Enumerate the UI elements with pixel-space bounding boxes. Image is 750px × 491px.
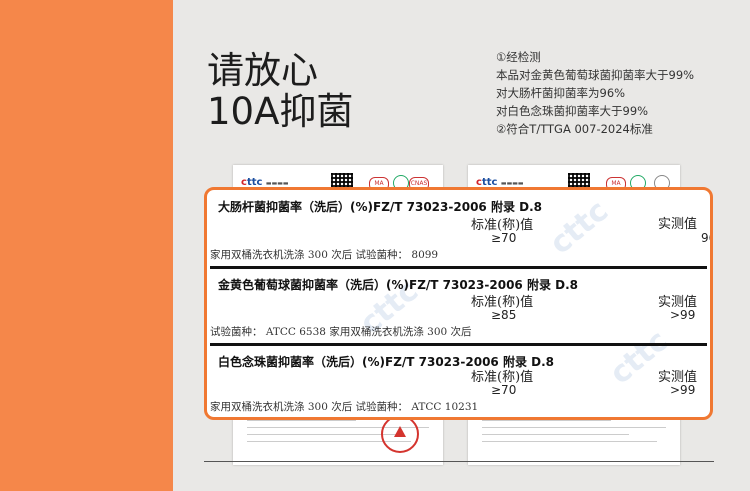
result-section-staph: 金黄色葡萄球菌抑菌率（洗后）(%)FZ/T 73023-2006 附录 D.8 … [207,269,710,344]
standard-value: ≥85 [491,308,517,322]
measured-value: >99 [670,308,696,322]
standard-value: ≥70 [491,231,517,245]
headline-line-2: 10A抑菌 [207,90,354,133]
orange-side-band [0,0,173,491]
red-seal-icon [381,415,419,453]
measured-value: 96 [701,231,710,245]
standard-value: ≥70 [491,383,517,397]
headline-line-1: 请放心 [207,49,318,92]
antibacterial-results-panel: cttc cttc cttc 大肠杆菌抑菌率（洗后）(%)FZ/T 73023-… [204,187,713,420]
headline: 请放心 10A抑菌 [207,50,353,132]
note-line: 对白色念珠菌抑菌率大于99% [496,104,649,118]
test-notes: ①经检测 本品对金黄色葡萄球菌抑菌率大于99% 对大肠杆菌抑菌率为96% 对白色… [496,48,694,138]
result-title: 大肠杆菌抑菌率（洗后）(%)FZ/T 73023-2006 附录 D.8 [218,200,542,214]
note-line: ①经检测 [496,50,541,64]
result-section-ecoli: 大肠杆菌抑菌率（洗后）(%)FZ/T 73023-2006 附录 D.8 标准(… [207,190,710,265]
measured-value: >99 [670,383,696,397]
note-line: ②符合T/TTGA 007-2024标准 [496,122,653,136]
test-condition-note: 家用双桶洗衣机洗涤 300 次后 试验菌种： 8099 [210,249,439,261]
note-line: 本品对金黄色葡萄球菌抑菌率大于99% [496,68,695,82]
test-condition-note: 试验菌种： ATCC 6538 家用双桶洗衣机洗涤 300 次后 [210,326,472,338]
result-section-candida: 白色念珠菌抑菌率（洗后）(%)FZ/T 73023-2006 附录 D.8 标准… [207,346,710,417]
test-condition-note: 家用双桶洗衣机洗涤 300 次后 试验菌种： ATCC 10231 [210,401,479,413]
note-line: 对大肠杆菌抑菌率为96% [496,86,626,100]
bottom-rule [204,461,714,462]
measured-label: 实测值 [658,217,698,232]
report-text-lines [482,420,666,448]
